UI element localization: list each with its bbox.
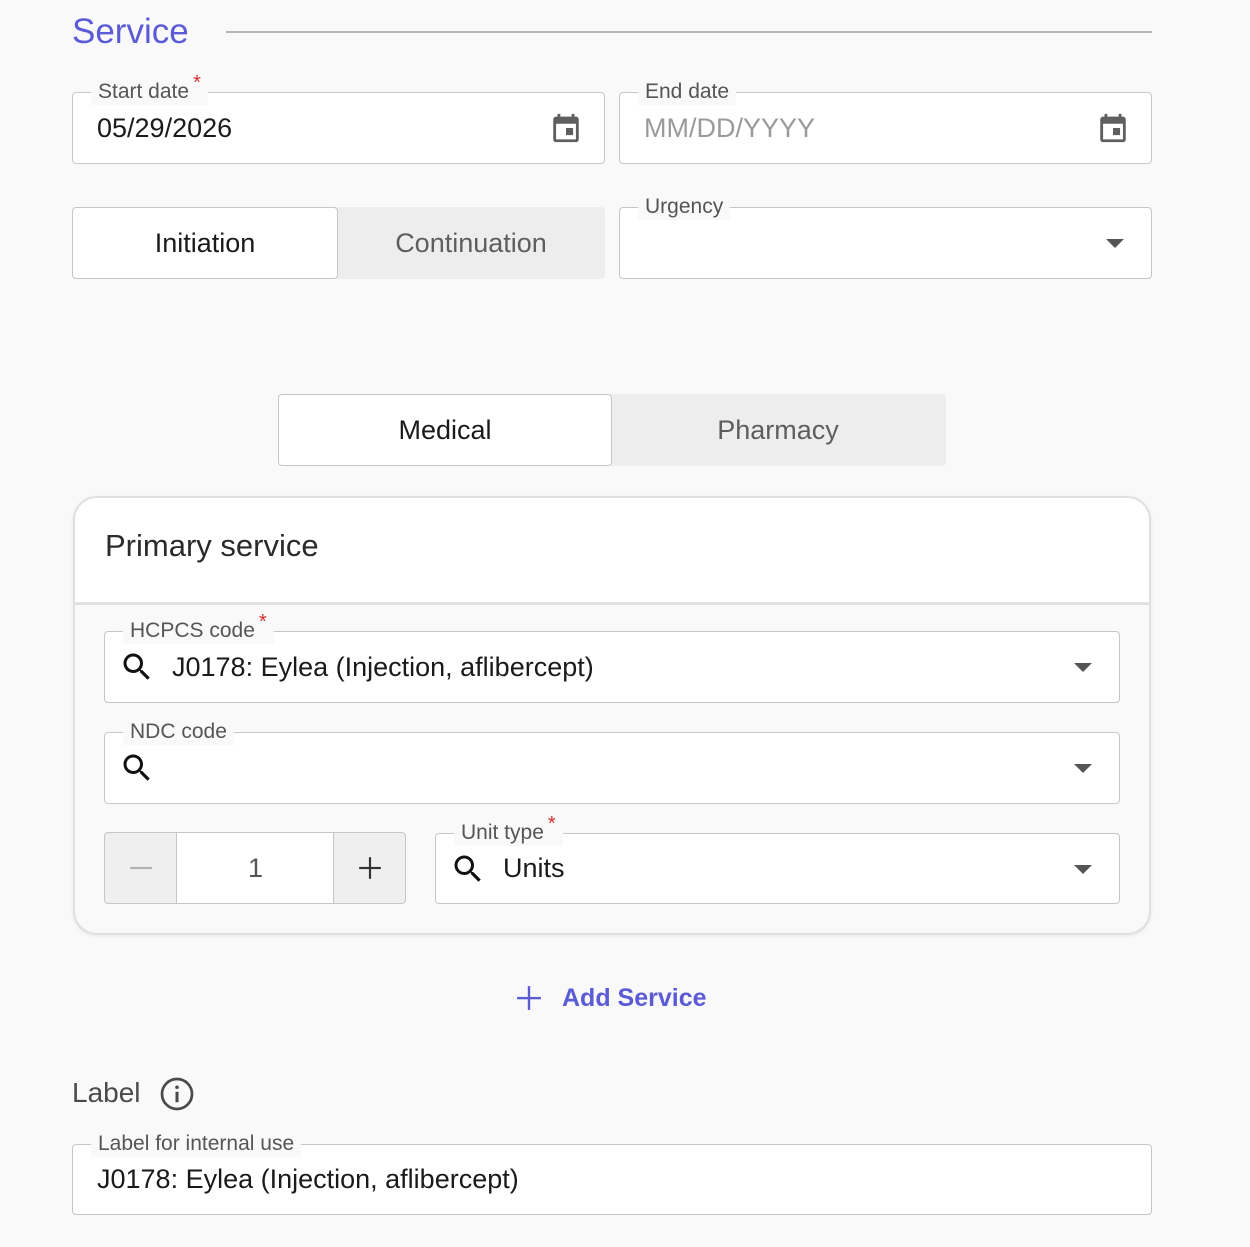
toggle-continuation[interactable]: Continuation (337, 207, 605, 279)
label-heading: Label (72, 1077, 141, 1108)
quantity-decrement-button[interactable] (104, 832, 177, 904)
chevron-down-icon[interactable] (1106, 239, 1124, 248)
toggle-initiation[interactable]: Initiation (72, 207, 338, 279)
quantity-increment-button[interactable] (333, 832, 406, 904)
search-icon (454, 855, 481, 882)
primary-service-title: Primary service (105, 528, 319, 563)
add-service-label: Add Service (562, 983, 707, 1012)
urgency-label: Urgency (638, 194, 731, 220)
start-date-field[interactable]: Start date * 05/29/2026 (72, 72, 605, 164)
ndc-code-label: NDC code (123, 719, 234, 745)
plus-icon (358, 857, 381, 879)
toggle-medical[interactable]: Medical (278, 394, 612, 466)
search-icon (123, 754, 150, 781)
quantity-value[interactable]: 1 (177, 832, 334, 904)
section-divider (226, 31, 1152, 33)
toggle-pharmacy[interactable]: Pharmacy (610, 394, 946, 466)
unit-type-value[interactable]: Units (503, 834, 565, 903)
search-icon (123, 653, 150, 680)
end-date-field[interactable]: End date MM/DD/YYYY (619, 79, 1152, 164)
urgency-select[interactable]: Urgency (619, 194, 1152, 279)
calendar-icon[interactable] (549, 109, 583, 147)
start-date-value[interactable]: 05/29/2026 (97, 93, 232, 163)
ndc-code-select[interactable]: NDC code (104, 719, 1120, 804)
internal-label-field[interactable]: Label for internal use J0178: Eylea (Inj… (72, 1131, 1152, 1215)
info-icon[interactable] (159, 1076, 195, 1112)
add-service-button[interactable]: Add Service (516, 980, 707, 1016)
primary-service-header: Primary service (75, 498, 1149, 605)
hcpcs-code-value[interactable]: J0178: Eylea (Injection, aflibercept) (172, 632, 594, 702)
end-date-placeholder[interactable]: MM/DD/YYYY (644, 93, 815, 163)
chevron-down-icon[interactable] (1074, 764, 1092, 773)
section-title: Service (72, 12, 189, 51)
calendar-icon[interactable] (1096, 109, 1130, 147)
plus-icon (517, 986, 541, 1010)
unit-type-select[interactable]: Unit type * Units (435, 813, 1120, 904)
chevron-down-icon[interactable] (1074, 865, 1092, 874)
hcpcs-code-select[interactable]: HCPCS code * J0178: Eylea (Injection, afl… (104, 611, 1120, 703)
minus-icon (129, 866, 152, 870)
internal-label-value[interactable]: J0178: Eylea (Injection, aflibercept) (97, 1145, 519, 1214)
chevron-down-icon[interactable] (1074, 663, 1092, 672)
